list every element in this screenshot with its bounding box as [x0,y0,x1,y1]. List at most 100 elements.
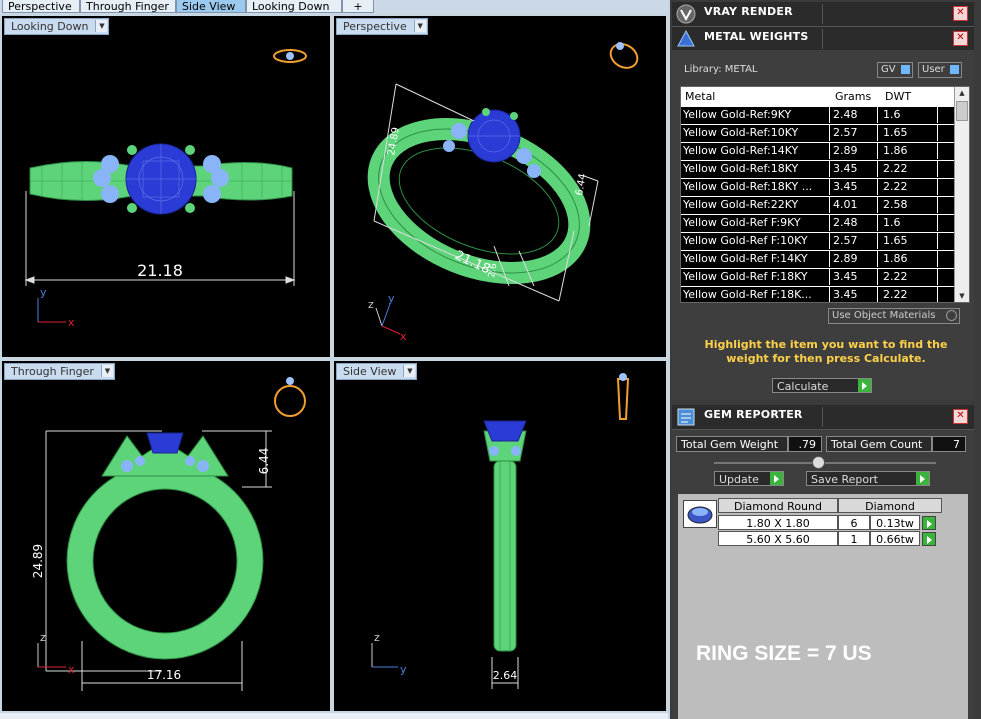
table-row[interactable]: Yellow Gold-Ref:14KY 2.89 1.86 [681,143,969,161]
chevron-down-icon[interactable]: ▼ [95,20,108,32]
update-button[interactable]: Update [714,471,784,486]
gem-row-cell: 6 [838,515,870,530]
metal-weights-header[interactable]: METAL WEIGHTS ✕ [672,27,974,52]
close-icon[interactable]: ✕ [953,409,968,424]
dimension-width: 2.64 [493,669,518,682]
plugin-panel: VRAY RENDER ✕ METAL WEIGHTS ✕ Library: M… [670,0,981,719]
scroll-down-icon[interactable]: ▼ [955,290,969,302]
axis-gizmo-icon: z y [371,631,407,676]
report-slider[interactable] [714,462,936,464]
gem-row-select-button[interactable] [922,532,936,546]
play-icon [770,472,783,485]
tab-perspective[interactable]: Perspective [2,0,80,13]
play-icon [858,379,871,392]
table-row[interactable]: Yellow Gold-Ref F:10KY 2.57 1.65 [681,233,969,251]
calculate-hint: Highlight the item you want to find the … [704,338,948,365]
metal-table[interactable]: Metal Grams DWT Yellow Gold-Ref:9KY 2.48 1… [680,86,970,303]
play-icon [916,472,929,485]
svg-text:y: y [400,663,407,676]
ring-thumbnail-icon [609,42,639,69]
side-view-drawing: 2.64 z y [371,373,630,689]
tab-looking-down[interactable]: Looking Down [246,0,342,13]
status-strip [0,713,668,719]
scroll-up-icon[interactable]: ▲ [955,87,969,99]
user-checkbox[interactable]: User [918,62,962,78]
viewport-perspective[interactable]: 24.89 21.18 6.44 2.6 z y x Perspective ▼ [334,16,666,357]
gem-type-header: Diamond [838,498,942,513]
svg-text:z: z [374,631,380,644]
tab-side-view[interactable]: Side View [176,0,246,13]
table-row[interactable]: Yellow Gold-Ref:18KY ... 3.45 2.22 [681,179,969,197]
gem-reporter-body: Total Gem Weight .79 Total Gem Count 7 U… [672,430,974,719]
chevron-down-icon[interactable]: ▼ [100,365,113,377]
table-scrollbar[interactable]: ▲ ▼ [954,87,969,302]
diamond-round-icon [683,500,717,528]
total-gem-weight-label: Total Gem Weight [676,436,788,452]
table-row[interactable]: Yellow Gold-Ref F:18K... 3.45 2.22 [681,287,969,302]
looking-down-drawing: 21.18 y x [24,49,307,329]
report-icon [677,408,695,426]
gem-reporter-header[interactable]: GEM REPORTER ✕ [672,405,974,430]
table-row[interactable]: Yellow Gold-Ref:9KY 2.48 1.6 [681,107,969,125]
viewport-side-view[interactable]: 2.64 z y Side View ▼ [334,361,666,711]
svg-text:y: y [388,292,395,305]
axis-gizmo-icon: y x [37,286,75,329]
table-row[interactable]: Yellow Gold-Ref F:14KY 2.89 1.86 [681,251,969,269]
chevron-down-icon[interactable]: ▼ [413,20,426,32]
calculate-button[interactable]: Calculate [772,378,872,393]
svg-text:z: z [40,631,46,644]
table-row[interactable]: Yellow Gold-Ref F:9KY 2.48 1.6 [681,215,969,233]
total-gem-count-value: 7 [932,436,966,452]
through-finger-drawing: 24.89 6.44 17.16 z x [31,377,306,691]
gem-row-cell: 1.80 X 1.80 [718,515,838,530]
scale-icon [677,29,695,47]
svg-text:x: x [68,663,75,676]
close-icon[interactable]: ✕ [953,31,968,46]
view-tabbar: Perspective Through Finger Side View Loo… [0,0,668,14]
viewport-label-side-view[interactable]: Side View ▼ [336,363,418,380]
gem-row-cell: 1 [838,531,870,546]
viewport-label-looking-down[interactable]: Looking Down ▼ [4,18,110,35]
scroll-thumb[interactable] [956,101,968,121]
gem-row-cell: 0.66tw [870,531,920,546]
svg-text:24.89: 24.89 [31,544,45,578]
gem-row-cell: 5.60 X 5.60 [718,531,838,546]
metal-table-header: Metal Grams DWT [681,87,969,107]
gem-shape-header: Diamond Round [718,498,838,513]
svg-text:y: y [40,286,47,299]
svg-text:6.44: 6.44 [257,448,271,475]
axis-gizmo-icon: z x [37,631,75,676]
use-object-materials-option[interactable]: Use Object Materials [828,308,960,324]
viewport-looking-down[interactable]: 21.18 y x Looking Down ▼ [2,16,330,357]
dimension-width: 17.16 [147,668,181,682]
total-gem-count-label: Total Gem Count [826,436,932,452]
viewport-label-through-finger[interactable]: Through Finger ▼ [4,363,115,380]
ring-thumbnail-icon [273,49,307,63]
ring-thumbnail-icon [616,373,630,420]
table-row[interactable]: Yellow Gold-Ref F:18KY 3.45 2.22 [681,269,969,287]
chevron-down-icon[interactable]: ▼ [403,365,416,377]
slider-knob[interactable] [812,456,825,469]
gem-row-select-button[interactable] [922,516,936,530]
tab-through-finger[interactable]: Through Finger [80,0,176,13]
gv-checkbox[interactable]: GV [877,62,913,78]
add-tab-button[interactable]: + [342,0,374,13]
perspective-drawing: 24.89 21.18 6.44 2.6 z y x [367,42,639,343]
viewport-label-perspective[interactable]: Perspective ▼ [336,18,428,35]
ring-thumbnail-icon [274,377,306,417]
metal-weights-body: Library: METAL GV User Metal Grams DWT Y… [672,50,974,400]
total-gem-weight-value: .79 [788,436,822,452]
ring-size-label: RING SIZE = 7 US [696,642,872,665]
close-icon[interactable]: ✕ [953,6,968,21]
gem-list: Diamond Round Diamond 1.80 X 1.80 6 0.13tw… [678,494,968,719]
viewport-through-finger[interactable]: 24.89 6.44 17.16 z x Through Finger ▼ [2,361,330,711]
svg-text:x: x [68,316,75,329]
table-row[interactable]: Yellow Gold-Ref:18KY 3.45 2.22 [681,161,969,179]
svg-text:z: z [368,298,374,311]
table-row[interactable]: Yellow Gold-Ref:10KY 2.57 1.65 [681,125,969,143]
table-row[interactable]: Yellow Gold-Ref:22KY 4.01 2.58 [681,197,969,215]
svg-text:6.44: 6.44 [574,173,589,197]
library-label: Library: METAL [684,64,758,75]
save-report-button[interactable]: Save Report [806,471,930,486]
vray-render-header[interactable]: VRAY RENDER ✕ [672,2,974,27]
